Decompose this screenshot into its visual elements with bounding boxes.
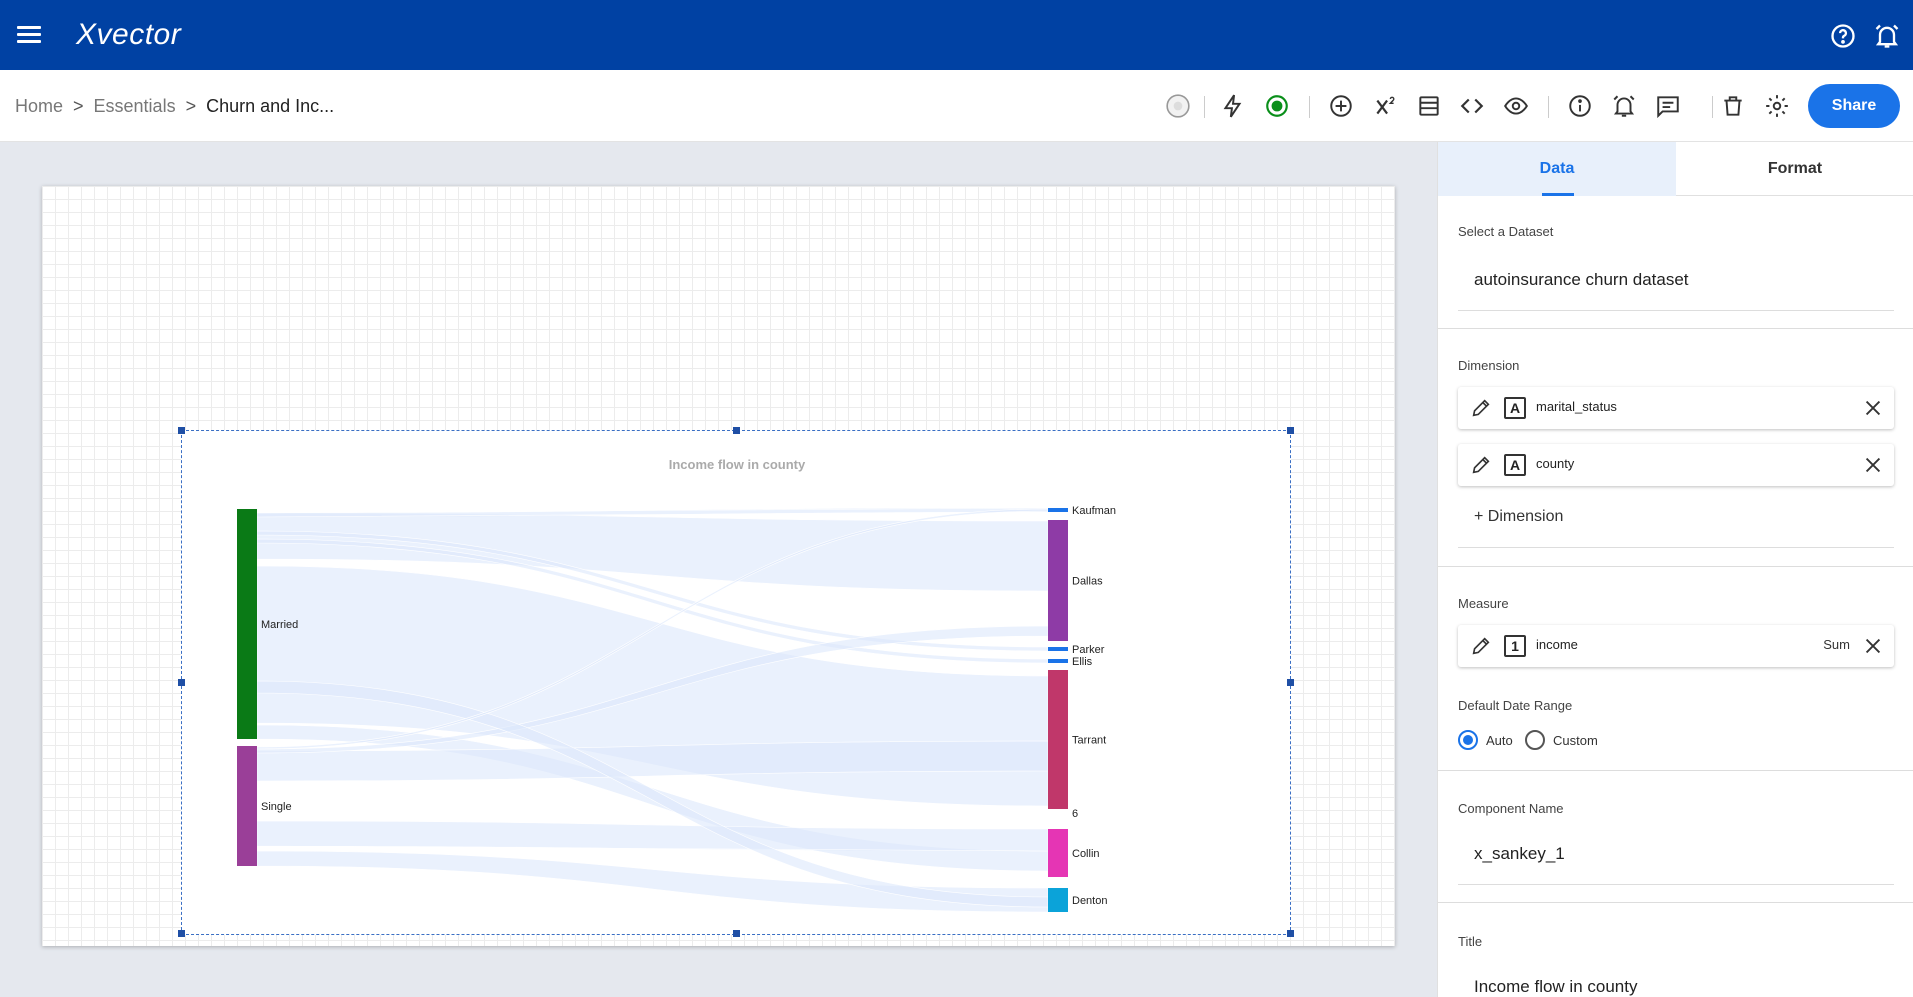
close-icon[interactable] bbox=[1862, 454, 1884, 476]
sankey-node-kaufman bbox=[1048, 508, 1068, 512]
sankey-label-dallas: Dallas bbox=[1072, 576, 1103, 588]
dimension-underline bbox=[1458, 547, 1894, 548]
breadcrumb-essentials[interactable]: Essentials bbox=[94, 96, 176, 117]
pencil-icon[interactable] bbox=[1470, 397, 1492, 419]
dimension-chip-county: A county bbox=[1458, 444, 1894, 486]
sankey-label-parker: Parker bbox=[1072, 644, 1105, 656]
eye-icon[interactable] bbox=[1503, 93, 1529, 119]
record-icon[interactable] bbox=[1264, 93, 1290, 119]
title-label: Title bbox=[1458, 934, 1483, 949]
properties-panel: Data Format Select a Dataset autoinsuran… bbox=[1437, 142, 1913, 997]
section-divider bbox=[1438, 566, 1913, 567]
component-name-label: Component Name bbox=[1458, 801, 1564, 816]
radio-custom[interactable] bbox=[1525, 730, 1545, 750]
sankey-chart-component[interactable]: Income flow in county Married Single Kaufm… bbox=[178, 427, 1294, 937]
close-icon[interactable] bbox=[1862, 397, 1884, 419]
share-button[interactable]: Share bbox=[1808, 84, 1900, 128]
dataset-label: Select a Dataset bbox=[1458, 224, 1554, 239]
dimension-name: marital_status bbox=[1536, 399, 1617, 414]
superscript-icon[interactable] bbox=[1373, 93, 1399, 119]
toolbar-divider bbox=[1204, 96, 1205, 118]
brand-logo[interactable]: Xvector bbox=[76, 18, 181, 52]
dimension-label: Dimension bbox=[1458, 358, 1520, 373]
breadcrumb-separator: > bbox=[73, 96, 84, 116]
help-icon[interactable] bbox=[1829, 22, 1857, 50]
measure-name: income bbox=[1536, 637, 1578, 652]
code-icon[interactable] bbox=[1459, 93, 1485, 119]
add-dimension-button[interactable]: + Dimension bbox=[1474, 508, 1563, 526]
sankey-node-denton bbox=[1048, 888, 1068, 912]
radio-custom-label[interactable]: Custom bbox=[1553, 733, 1598, 748]
dimension-chip-marital-status: A marital_status bbox=[1458, 387, 1894, 429]
radio-auto[interactable] bbox=[1458, 730, 1478, 750]
workspace: Income flow in county Married Single Kaufm… bbox=[0, 142, 1437, 997]
tab-format[interactable]: Format bbox=[1676, 142, 1913, 196]
measure-chip-income: 1 income Sum bbox=[1458, 625, 1894, 667]
title-input[interactable]: Income flow in county bbox=[1474, 977, 1637, 997]
sankey-node-tarrant bbox=[1048, 670, 1068, 809]
sankey-label-kaufman: Kaufman bbox=[1072, 505, 1116, 517]
layout-icon[interactable] bbox=[1416, 93, 1442, 119]
info-icon[interactable] bbox=[1567, 93, 1593, 119]
breadcrumb-separator: > bbox=[185, 96, 197, 116]
sankey-link bbox=[256, 820, 1049, 852]
sankey-svg: Married Single Kaufman Dallas ParkerEllis Tar… bbox=[237, 505, 1116, 913]
dataset-underline bbox=[1458, 310, 1894, 311]
sankey-label-married: Married bbox=[261, 619, 298, 631]
section-divider bbox=[1438, 902, 1913, 903]
sankey-node-married bbox=[237, 509, 257, 739]
numeric-type-icon: 1 bbox=[1504, 635, 1526, 657]
sankey-node-dallas bbox=[1048, 520, 1068, 641]
app-bar: Xvector bbox=[0, 0, 1913, 70]
menu-icon[interactable] bbox=[17, 26, 41, 44]
panel-tabs: Data Format bbox=[1438, 142, 1913, 196]
dataset-select[interactable]: autoinsurance churn dataset bbox=[1474, 270, 1689, 290]
date-range-label: Default Date Range bbox=[1458, 698, 1573, 713]
sankey-link bbox=[256, 507, 1049, 518]
sankey-label-6: 6 bbox=[1072, 808, 1078, 820]
sankey-label-ellis: Ellis bbox=[1072, 656, 1093, 668]
breadcrumb-current: Churn and Inc... bbox=[206, 96, 335, 116]
sankey-node-ellis bbox=[1048, 659, 1068, 663]
section-divider bbox=[1438, 328, 1913, 329]
sankey-label-tarrant: Tarrant bbox=[1072, 735, 1106, 747]
alarm-icon[interactable] bbox=[1611, 93, 1637, 119]
toolbar-divider bbox=[1712, 96, 1713, 118]
sankey-label-collin: Collin bbox=[1072, 848, 1100, 860]
toolbar-divider bbox=[1548, 96, 1549, 118]
breadcrumb-home[interactable]: Home bbox=[15, 96, 63, 117]
add-circle-icon[interactable] bbox=[1328, 93, 1354, 119]
component-name-underline bbox=[1458, 884, 1894, 885]
text-type-icon: A bbox=[1504, 454, 1526, 476]
toolbar: Home > Essentials > Churn and Inc... Sha… bbox=[0, 70, 1913, 142]
sankey-node-single bbox=[237, 746, 257, 866]
pencil-icon[interactable] bbox=[1470, 635, 1492, 657]
status-icon[interactable] bbox=[1165, 93, 1191, 119]
aggregation-select[interactable]: Sum bbox=[1823, 637, 1850, 652]
comment-icon[interactable] bbox=[1655, 93, 1681, 119]
breadcrumb: Home > Essentials > Churn and Inc... bbox=[15, 96, 334, 117]
close-icon[interactable] bbox=[1862, 635, 1884, 657]
measure-label: Measure bbox=[1458, 596, 1509, 611]
trash-icon[interactable] bbox=[1720, 93, 1746, 119]
radio-auto-label[interactable]: Auto bbox=[1486, 733, 1513, 748]
section-divider bbox=[1438, 770, 1913, 771]
tab-data[interactable]: Data bbox=[1438, 142, 1676, 196]
notification-alarm-icon[interactable] bbox=[1873, 22, 1901, 50]
sankey-node-collin bbox=[1048, 829, 1068, 877]
pencil-icon[interactable] bbox=[1470, 454, 1492, 476]
sankey-label-single: Single bbox=[261, 801, 292, 813]
lightning-icon[interactable] bbox=[1220, 93, 1246, 119]
sankey-label-denton: Denton bbox=[1072, 895, 1107, 907]
toolbar-divider bbox=[1309, 96, 1310, 118]
sankey-node-parker bbox=[1048, 647, 1068, 651]
text-type-icon: A bbox=[1504, 397, 1526, 419]
dimension-name: county bbox=[1536, 456, 1575, 471]
component-name-input[interactable]: x_sankey_1 bbox=[1474, 844, 1565, 864]
settings-icon[interactable] bbox=[1764, 93, 1790, 119]
